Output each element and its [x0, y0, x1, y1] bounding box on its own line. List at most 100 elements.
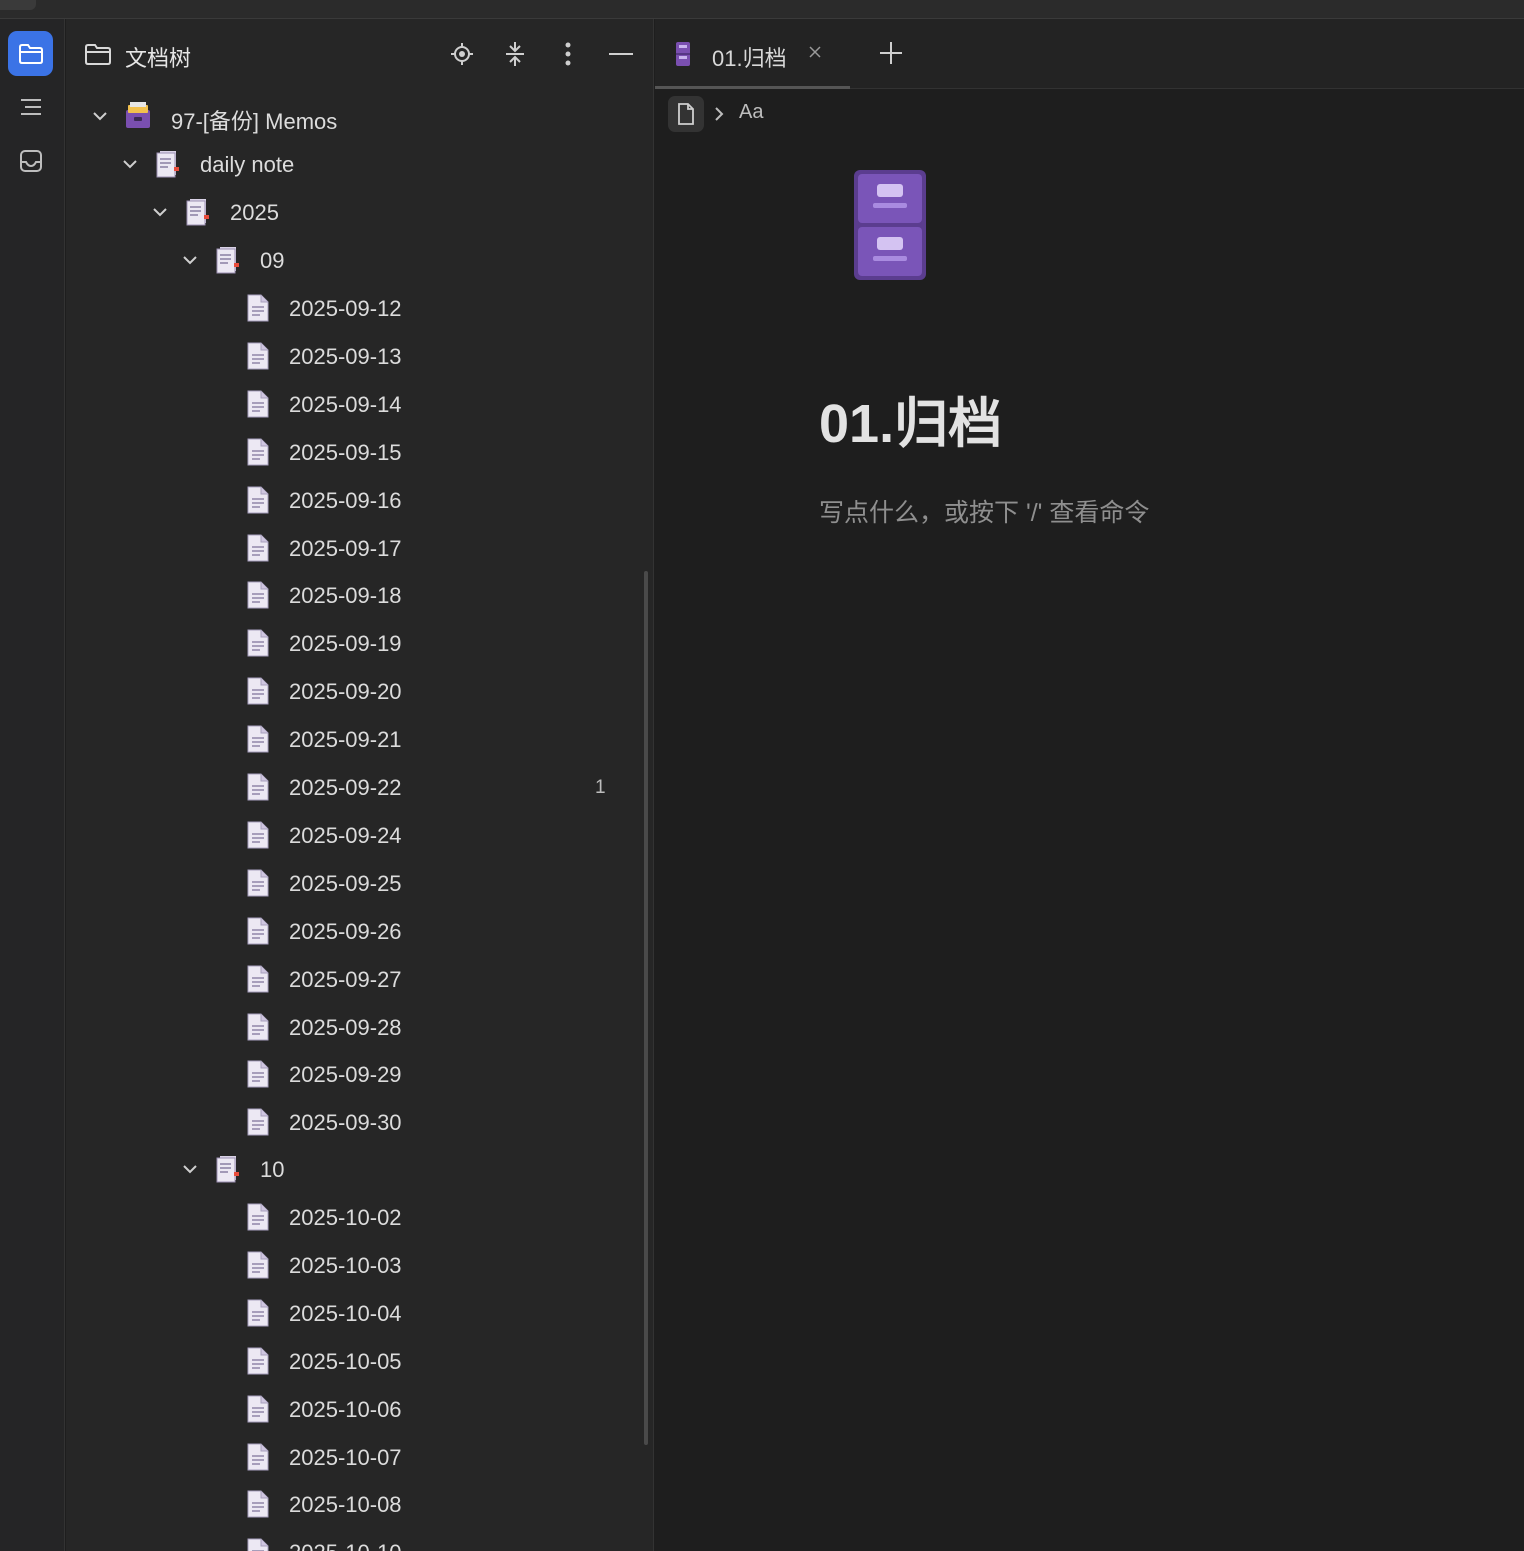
tree-item-label: 2025-10-02 [289, 1205, 402, 1230]
tree-item-day[interactable]: 2025-10-07 [66, 1433, 653, 1480]
doc-tree-panel: 文档树 97-[备份] Memos daily note 2025 09 202… [66, 19, 654, 1551]
tree-item-year[interactable]: 2025 [66, 188, 653, 235]
document-icon [247, 1203, 269, 1231]
tree-item-day[interactable]: 2025-09-16 [66, 476, 653, 523]
tree-item-label: 2025-10-03 [289, 1252, 402, 1278]
document-icon [247, 1108, 269, 1136]
close-icon[interactable] [808, 45, 822, 59]
chevron-down-icon[interactable] [120, 154, 140, 174]
tree-item-day[interactable]: 2025-09-24 [66, 811, 653, 858]
tree-item-day[interactable]: 2025-09-21 [66, 715, 653, 762]
tree-item-day[interactable]: 2025-09-18 [66, 571, 653, 618]
tree-item-label: 2025-09-24 [289, 822, 402, 848]
tree-item-month-09[interactable]: 09 [66, 236, 653, 283]
tree-item-day[interactable]: 2025-09-19 [66, 619, 653, 666]
more-button[interactable] [553, 39, 583, 69]
tree-item-label: 2025-09-21 [289, 727, 402, 753]
inbox-button[interactable] [8, 138, 53, 183]
document-icon [247, 869, 269, 897]
document-title[interactable]: 01.归档 [819, 379, 1002, 458]
tree-item-label: 2025-09-26 [289, 918, 402, 944]
file-cabinet-icon[interactable] [851, 167, 929, 282]
tree-item-label: 2025-09-25 [289, 870, 402, 896]
ref-count-badge[interactable]: 1 [595, 777, 606, 799]
tree-item-day[interactable]: 2025-09-15 [66, 428, 653, 475]
active-tab-indicator [655, 86, 850, 89]
tab-archive[interactable]: 01.归档 [655, 19, 850, 89]
tree-item-day[interactable]: 2025-09-12 [66, 284, 653, 331]
tree-item-label: 2025-10-04 [289, 1300, 402, 1326]
tree-item-label: 2025-10-08 [289, 1492, 402, 1518]
tree-item-day[interactable]: 2025-09-30 [66, 1098, 653, 1145]
doc-tree-button[interactable] [8, 31, 53, 76]
tree-item-label: 2025-09-22 [289, 775, 402, 800]
minimize-panel-button[interactable] [606, 39, 636, 69]
tree-item-month-10[interactable]: 10 [66, 1145, 653, 1192]
tree-item-day[interactable]: 2025-09-28 [66, 1003, 653, 1050]
tree-item-day[interactable]: 2025-09-22 1 [66, 763, 653, 810]
locate-icon [451, 43, 473, 65]
notes-stack-icon [156, 151, 179, 178]
top-strip-button[interactable] [0, 0, 36, 10]
tree-item-daily-note[interactable]: daily note [66, 140, 653, 187]
chevron-down-icon[interactable] [150, 202, 170, 222]
tree-item-label: 2025-10-05 [289, 1348, 402, 1374]
tree-item-label: 2025-09-13 [289, 343, 402, 369]
tree-item-label: 2025 [230, 200, 279, 225]
notes-stack-icon [216, 1156, 239, 1183]
tree-item-day[interactable]: 2025-09-14 [66, 380, 653, 427]
plus-icon[interactable] [877, 39, 905, 67]
notes-stack-icon [216, 247, 239, 274]
locate-button[interactable] [447, 39, 477, 69]
tree-item-label: 09 [260, 248, 285, 273]
document-icon [247, 1395, 269, 1423]
chevron-down-icon[interactable] [180, 250, 200, 270]
tree-item-label: 2025-09-29 [289, 1062, 402, 1088]
doc-tree-scrollbar[interactable] [644, 571, 648, 1445]
tree-item-day[interactable]: 2025-10-08 [66, 1480, 653, 1527]
tree-item-day[interactable]: 2025-09-27 [66, 955, 653, 1002]
document-icon [247, 917, 269, 945]
tree-item-label: 97-[备份] Memos [171, 109, 338, 134]
breadcrumb-doc-button[interactable] [668, 96, 704, 132]
tree-item-day[interactable]: 2025-10-02 [66, 1193, 653, 1240]
tree-item-label: 2025-09-18 [289, 583, 402, 609]
font-settings-button[interactable]: Aa [739, 101, 763, 124]
tree-item-label: 2025-09-15 [289, 439, 402, 465]
chevron-down-icon[interactable] [180, 1159, 200, 1179]
tree-item-day[interactable]: 2025-09-20 [66, 667, 653, 714]
tree-item-day[interactable]: 2025-10-06 [66, 1385, 653, 1432]
file-cabinet-icon [676, 42, 690, 66]
tree-item-day[interactable]: 2025-09-13 [66, 332, 653, 379]
chevron-right-icon [715, 107, 724, 121]
notes-stack-icon [186, 199, 209, 226]
tree-item-label: 2025-09-12 [289, 296, 402, 321]
tree-item-label: 2025-10-10 [289, 1540, 402, 1551]
collapse-all-button[interactable] [500, 39, 530, 69]
tree-item-day[interactable]: 2025-09-26 [66, 907, 653, 954]
document-icon [247, 438, 269, 466]
tree-item-day[interactable]: 2025-09-29 [66, 1050, 653, 1097]
tree-item-day[interactable]: 2025-10-10 [66, 1528, 653, 1551]
outline-button[interactable] [8, 84, 53, 129]
inbox-icon [19, 149, 42, 172]
document-icon [247, 390, 269, 418]
document-icon [247, 773, 269, 801]
tree-item-day[interactable]: 2025-10-03 [66, 1241, 653, 1288]
document-icon [247, 1490, 269, 1518]
tree-item-label: 2025-09-19 [289, 631, 402, 657]
chevron-down-icon[interactable] [90, 106, 110, 126]
tree-item-notebook[interactable]: 97-[备份] Memos [66, 92, 653, 139]
tree-item-day[interactable]: 2025-09-25 [66, 859, 653, 906]
document-icon [247, 629, 269, 657]
outline-icon [20, 98, 41, 115]
tree-item-label: 10 [260, 1157, 285, 1182]
document-icon [247, 1013, 269, 1040]
document-icon [247, 1347, 269, 1375]
tree-item-label: 2025-09-27 [289, 966, 402, 992]
tree-item-day[interactable]: 2025-09-17 [66, 524, 653, 571]
editor-placeholder[interactable]: 写点什么，或按下 '/' 查看命令 [819, 493, 1149, 529]
tree-item-day[interactable]: 2025-10-05 [66, 1337, 653, 1384]
tree-item-day[interactable]: 2025-10-04 [66, 1289, 653, 1336]
editor-area: 01.归档 Aa 01.归档 写点什么，或按下 '/' 查看命令 [655, 19, 1524, 1551]
